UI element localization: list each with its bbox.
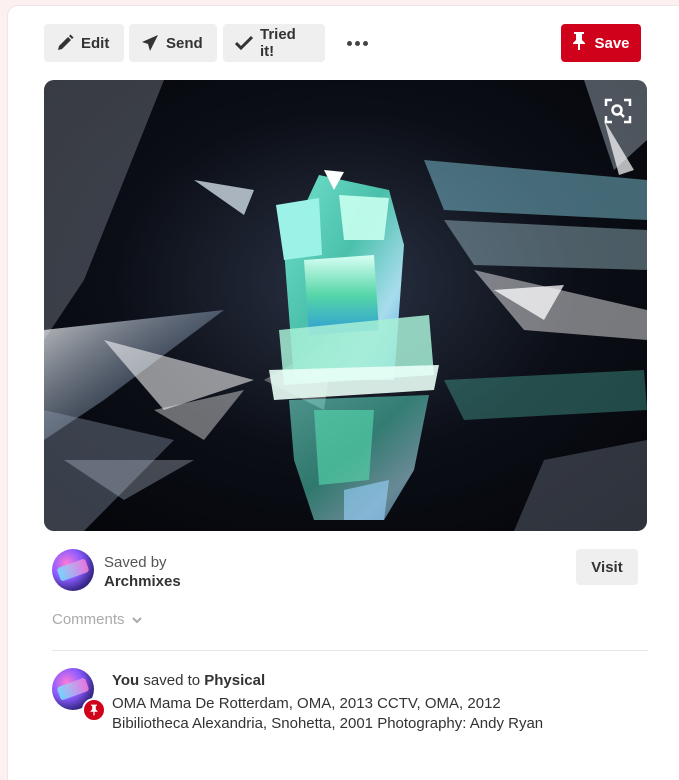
pin-card: Edit Send Tried it! Save Saved by Archmi… (8, 6, 679, 780)
edit-button[interactable]: Edit (44, 24, 124, 62)
edit-button-label: Edit (81, 34, 110, 52)
saved-by-info: Saved by Archmixes (104, 553, 181, 591)
pushpin-icon (572, 31, 586, 55)
save-button-label: Save (594, 34, 630, 52)
ellipsis-dot (346, 40, 352, 46)
comments-toggle[interactable]: Comments (52, 611, 142, 628)
saver-avatar[interactable] (52, 549, 94, 591)
visit-button[interactable]: Visit (576, 549, 638, 585)
ellipsis-dot (354, 40, 360, 46)
checkmark-icon (235, 35, 253, 51)
saved-by-user-link[interactable]: Archmixes (104, 572, 181, 591)
saved-by-label: Saved by (104, 554, 167, 571)
activity-summary: You saved to Physical (112, 672, 265, 689)
visit-button-label: Visit (591, 558, 623, 576)
pin-badge-icon (82, 698, 106, 722)
ellipsis-dot (362, 40, 368, 46)
divider (52, 650, 648, 651)
activity-board-link[interactable]: Physical (204, 672, 265, 689)
activity-verb: saved to (139, 672, 205, 689)
activity-actor: You (112, 672, 140, 689)
pin-toolbar: Edit Send Tried it! Save (44, 24, 679, 62)
save-button[interactable]: Save (561, 24, 641, 62)
pin-description: OMA Mama De Rotterdam, OMA, 2013 CCTV, O… (112, 695, 544, 732)
pin-image[interactable] (44, 80, 647, 531)
pin-image-artwork (44, 80, 647, 531)
tried-it-button[interactable]: Tried it! (223, 24, 325, 62)
send-button[interactable]: Send (129, 24, 217, 62)
tried-it-button-label: Tried it! (260, 26, 296, 60)
send-button-label: Send (166, 34, 203, 52)
visual-search-icon[interactable] (603, 96, 633, 126)
comments-label: Comments (52, 611, 125, 628)
chevron-down-icon (131, 611, 142, 628)
pencil-icon (56, 34, 74, 52)
send-icon (141, 34, 159, 52)
more-options-button[interactable] (342, 24, 372, 62)
